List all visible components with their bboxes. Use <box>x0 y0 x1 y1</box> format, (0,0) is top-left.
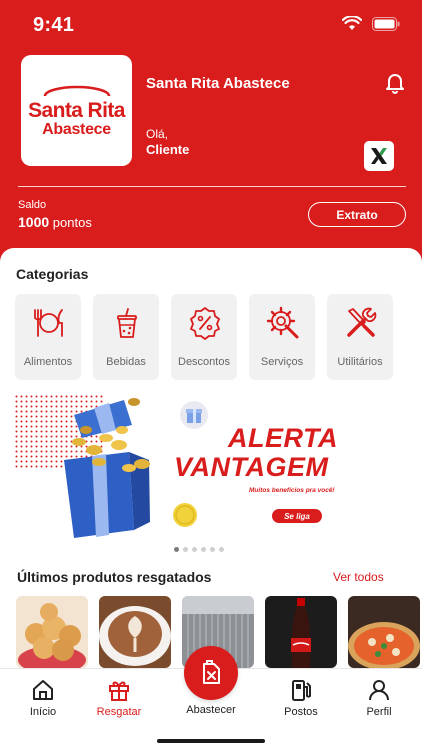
nav-label: Resgatar <box>96 706 142 718</box>
brand-logo: Santa Rita Abastece <box>21 55 132 166</box>
battery-icon <box>372 16 400 31</box>
wifi-icon <box>342 16 362 30</box>
status-time: 9:41 <box>33 14 75 36</box>
product-coca-cola[interactable] <box>265 596 337 668</box>
nav-label: Início <box>29 706 57 718</box>
carousel-dot[interactable] <box>210 547 215 552</box>
category-label: Descontos <box>178 356 230 368</box>
gear-wrench-icon <box>266 306 299 339</box>
partner-x-icon[interactable] <box>364 141 394 171</box>
categories-title: Categorias <box>16 266 89 282</box>
category-label: Utilitários <box>337 356 383 368</box>
banner-cta-button[interactable]: Se liga <box>272 509 322 523</box>
x-logo-icon <box>371 148 387 164</box>
abastecer-label: Abastecer <box>186 704 236 716</box>
balance-label: Saldo <box>18 199 47 211</box>
product-pizza[interactable] <box>348 596 420 668</box>
balance-points: 1000 <box>18 214 50 230</box>
nav-perfil[interactable]: Perfil <box>344 669 414 729</box>
category-label: Serviços <box>260 356 304 368</box>
category-utilitarios[interactable]: Utilitários <box>327 294 393 380</box>
carousel-dots <box>174 547 224 552</box>
banner-subtitle: Muitos benefícios pra você! <box>249 487 335 494</box>
recent-products-title: Últimos produtos resgatados <box>17 569 212 585</box>
coffee-image <box>99 596 171 668</box>
user-name: Cliente <box>146 142 190 157</box>
product-cheese-bread[interactable] <box>16 596 88 668</box>
header: 9:41 Santa Rita Abastece Santa Rita Abas… <box>0 0 422 262</box>
nav-inicio[interactable]: Início <box>8 669 78 729</box>
bell-icon[interactable] <box>385 72 405 94</box>
home-indicator <box>157 739 265 743</box>
category-descontos[interactable]: Descontos <box>171 294 237 380</box>
category-servicos[interactable]: Serviços <box>249 294 315 380</box>
nav-label: Postos <box>284 706 318 718</box>
balance-unit: pontos <box>52 215 92 230</box>
carousel-dot-active[interactable] <box>174 547 179 552</box>
user-icon <box>369 680 389 701</box>
carousel-dot[interactable] <box>192 547 197 552</box>
gift-icon <box>109 681 129 701</box>
small-gift-icon <box>180 401 208 429</box>
nav-label: Perfil <box>366 706 392 718</box>
header-divider <box>18 186 406 187</box>
logo-text-line2: Abastece <box>42 120 111 138</box>
logo-text-line1: Santa Rita <box>28 98 125 122</box>
status-bar: 9:41 <box>0 0 422 50</box>
tools-icon <box>347 307 377 337</box>
promo-banner[interactable]: ALERTA VANTAGEM Muitos benefícios pra vo… <box>14 390 409 540</box>
banner-title-line1: ALERTA <box>228 423 338 453</box>
category-label: Bebidas <box>106 356 146 368</box>
coca-cola-image <box>265 596 337 668</box>
coin-icon <box>173 503 197 527</box>
carousel-dot[interactable] <box>201 547 206 552</box>
carousel-dot[interactable] <box>183 547 188 552</box>
cheese-bread-image <box>16 596 88 668</box>
abastecer-fab-button[interactable] <box>184 646 238 700</box>
brand-name: Santa Rita Abastece <box>146 75 290 92</box>
category-bebidas[interactable]: Bebidas <box>93 294 159 380</box>
nav-postos[interactable]: Postos <box>266 669 336 729</box>
balance-value: 1000 pontos <box>18 214 92 230</box>
statement-button[interactable]: Extrato <box>308 202 406 227</box>
nav-resgatar[interactable]: Resgatar <box>84 669 154 729</box>
banner-title-line2: VANTAGEM <box>174 452 329 482</box>
pizza-image <box>348 596 420 668</box>
app-screen: 9:41 Santa Rita Abastece Santa Rita Abas… <box>0 0 422 750</box>
carousel-dot[interactable] <box>219 547 224 552</box>
category-label: Alimentos <box>23 356 73 368</box>
home-icon <box>33 680 53 700</box>
drink-cup-icon <box>117 308 137 338</box>
fuel-pump-icon <box>292 680 311 701</box>
category-alimentos[interactable]: Alimentos <box>15 294 81 380</box>
greeting-text: Olá, <box>146 127 169 141</box>
cutlery-icon <box>34 309 63 337</box>
gift-box-coins-image <box>64 398 150 538</box>
see-all-link[interactable]: Ver todos <box>333 570 384 584</box>
product-coffee[interactable] <box>99 596 171 668</box>
discount-badge-icon <box>190 307 220 340</box>
status-icons <box>342 16 400 31</box>
fuel-can-icon <box>203 660 220 684</box>
